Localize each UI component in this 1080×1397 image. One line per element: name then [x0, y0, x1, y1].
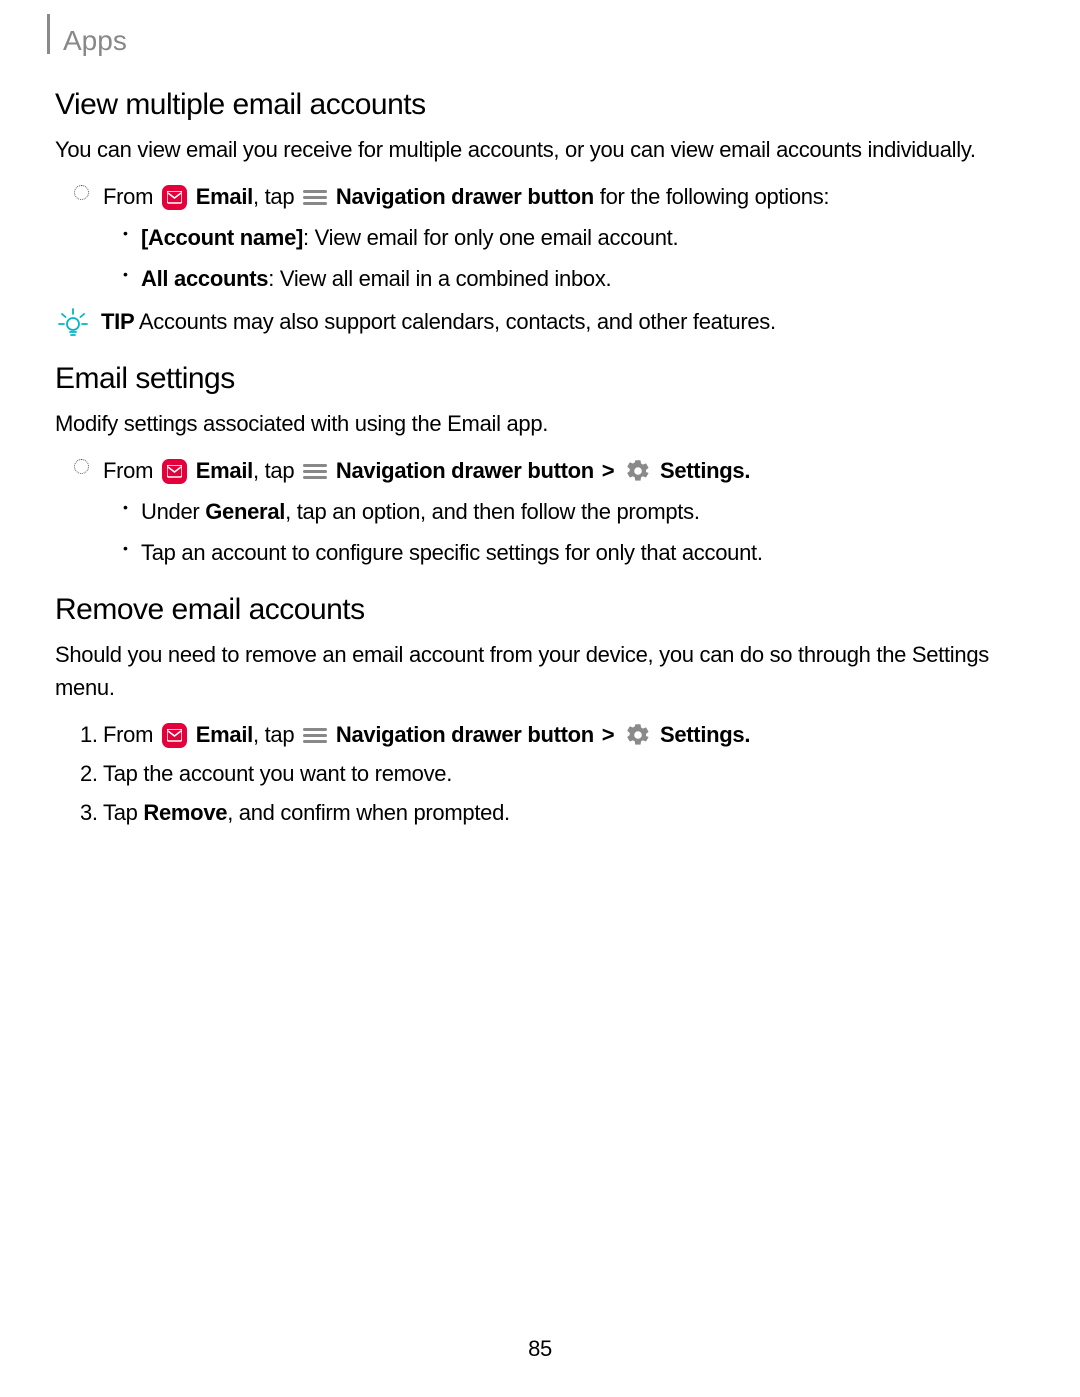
page-number: 85 [0, 1332, 1080, 1365]
bullet-1-rest: : View email for only one email account. [303, 225, 678, 250]
tip-body: Accounts may also support calendars, con… [134, 309, 776, 334]
header-title: Apps [63, 20, 1018, 62]
step-text-tap: , tap [253, 458, 300, 483]
step-3-bold: Remove [143, 800, 227, 825]
step-text-email: Email [196, 184, 253, 209]
step-text-period: . [744, 458, 750, 483]
header-accent-bar [47, 14, 50, 54]
hamburger-icon [303, 725, 327, 745]
step-text-period: . [744, 722, 750, 747]
step-text-nav: Navigation drawer button [336, 184, 594, 209]
step-list-1: From Email, tap Navigation drawer button… [55, 180, 1018, 295]
step-text-from: From [103, 458, 159, 483]
bullet-2-rest: : View all email in a combined inbox. [268, 266, 611, 291]
heading-email-settings: Email settings [55, 356, 1018, 401]
sub-bullets-2: Under General, tap an option, and then f… [103, 495, 1018, 569]
step-text-nav: Navigation drawer button [336, 722, 594, 747]
step-text-from: From [103, 184, 159, 209]
bullet-1-bold: General [205, 499, 285, 524]
step-item: Tap the account you want to remove. [55, 757, 1018, 790]
step-text-from: From [103, 722, 159, 747]
tip-text: TIP Accounts may also support calendars,… [101, 305, 1018, 338]
bullet-1-b: , tap an option, and then follow the pro… [285, 499, 700, 524]
list-item: [Account name]: View email for only one … [103, 221, 1018, 254]
step-text-email: Email [196, 458, 253, 483]
tip-row: TIP Accounts may also support calendars,… [55, 305, 1018, 338]
step-text-tail: for the following options: [594, 184, 829, 209]
sub-bullets-1: [Account name]: View email for only one … [103, 221, 1018, 295]
step-item: Tap Remove, and confirm when prompted. [55, 796, 1018, 829]
step-text-email: Email [196, 722, 253, 747]
hamburger-icon [303, 461, 327, 481]
step-item: From Email, tap Navigation drawer button… [55, 180, 1018, 295]
email-icon [162, 185, 187, 210]
step-3-a: Tap [103, 800, 143, 825]
step-item: From Email, tap Navigation drawer button… [55, 454, 1018, 569]
bullet-1-a: Under [141, 499, 205, 524]
header: Apps [55, 20, 1018, 54]
email-icon [162, 459, 187, 484]
list-item: Tap an account to configure specific set… [103, 536, 1018, 569]
step-2-text: Tap the account you want to remove. [103, 761, 452, 786]
circle-bullet-icon [74, 185, 89, 200]
bullet-2: Tap an account to configure specific set… [141, 540, 763, 565]
circle-bullet-icon [74, 459, 89, 474]
intro-remove-accounts: Should you need to remove an email accou… [55, 638, 1018, 704]
step-text-tap: , tap [253, 184, 300, 209]
step-text-settings: Settings [660, 458, 744, 483]
step-3-b: , and confirm when prompted. [227, 800, 510, 825]
gear-icon [625, 722, 651, 748]
intro-view-multiple: You can view email you receive for multi… [55, 133, 1018, 166]
heading-remove-accounts: Remove email accounts [55, 587, 1018, 632]
bullet-1-bold: [Account name] [141, 225, 303, 250]
step-text-tap: , tap [253, 722, 300, 747]
step-item: From Email, tap Navigation drawer button… [55, 718, 1018, 751]
email-icon [162, 723, 187, 748]
step-text-gt: > [596, 458, 620, 483]
step-text-nav: Navigation drawer button [336, 458, 594, 483]
tip-label: TIP [101, 309, 134, 334]
intro-email-settings: Modify settings associated with using th… [55, 407, 1018, 440]
ordered-step-list: From Email, tap Navigation drawer button… [55, 718, 1018, 829]
step-list-2: From Email, tap Navigation drawer button… [55, 454, 1018, 569]
lightbulb-icon [57, 306, 89, 338]
gear-icon [625, 458, 651, 484]
bullet-2-bold: All accounts [141, 266, 268, 291]
step-text-settings: Settings [660, 722, 744, 747]
heading-view-multiple: View multiple email accounts [55, 82, 1018, 127]
hamburger-icon [303, 187, 327, 207]
list-item: All accounts: View all email in a combin… [103, 262, 1018, 295]
list-item: Under General, tap an option, and then f… [103, 495, 1018, 528]
step-text-gt: > [596, 722, 620, 747]
